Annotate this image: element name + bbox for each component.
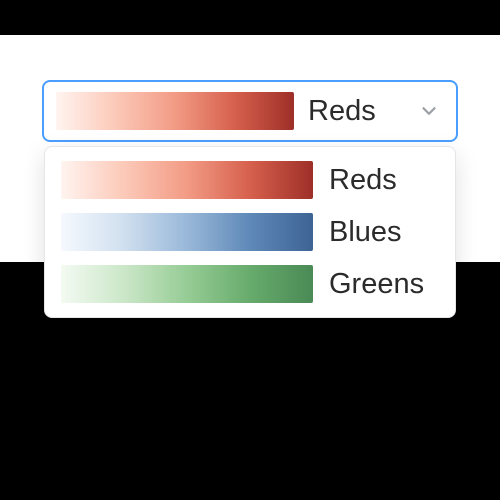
option-swatch [61,265,313,303]
colormap-option-blues[interactable]: Blues [53,209,447,255]
option-label: Reds [329,164,439,197]
selected-label: Reds [308,95,404,128]
colormap-dropdown: Reds Blues Greens [44,146,456,318]
colormap-select[interactable]: Reds Reds Blues Greens [42,80,458,142]
chevron-down-icon [418,100,440,122]
option-label: Blues [329,216,439,249]
option-label: Greens [329,268,439,301]
colormap-panel: Reds Reds Blues Greens [0,35,500,262]
selected-swatch [56,92,294,130]
colormap-option-greens[interactable]: Greens [53,261,447,307]
colormap-option-reds[interactable]: Reds [53,157,447,203]
option-swatch [61,213,313,251]
option-swatch [61,161,313,199]
